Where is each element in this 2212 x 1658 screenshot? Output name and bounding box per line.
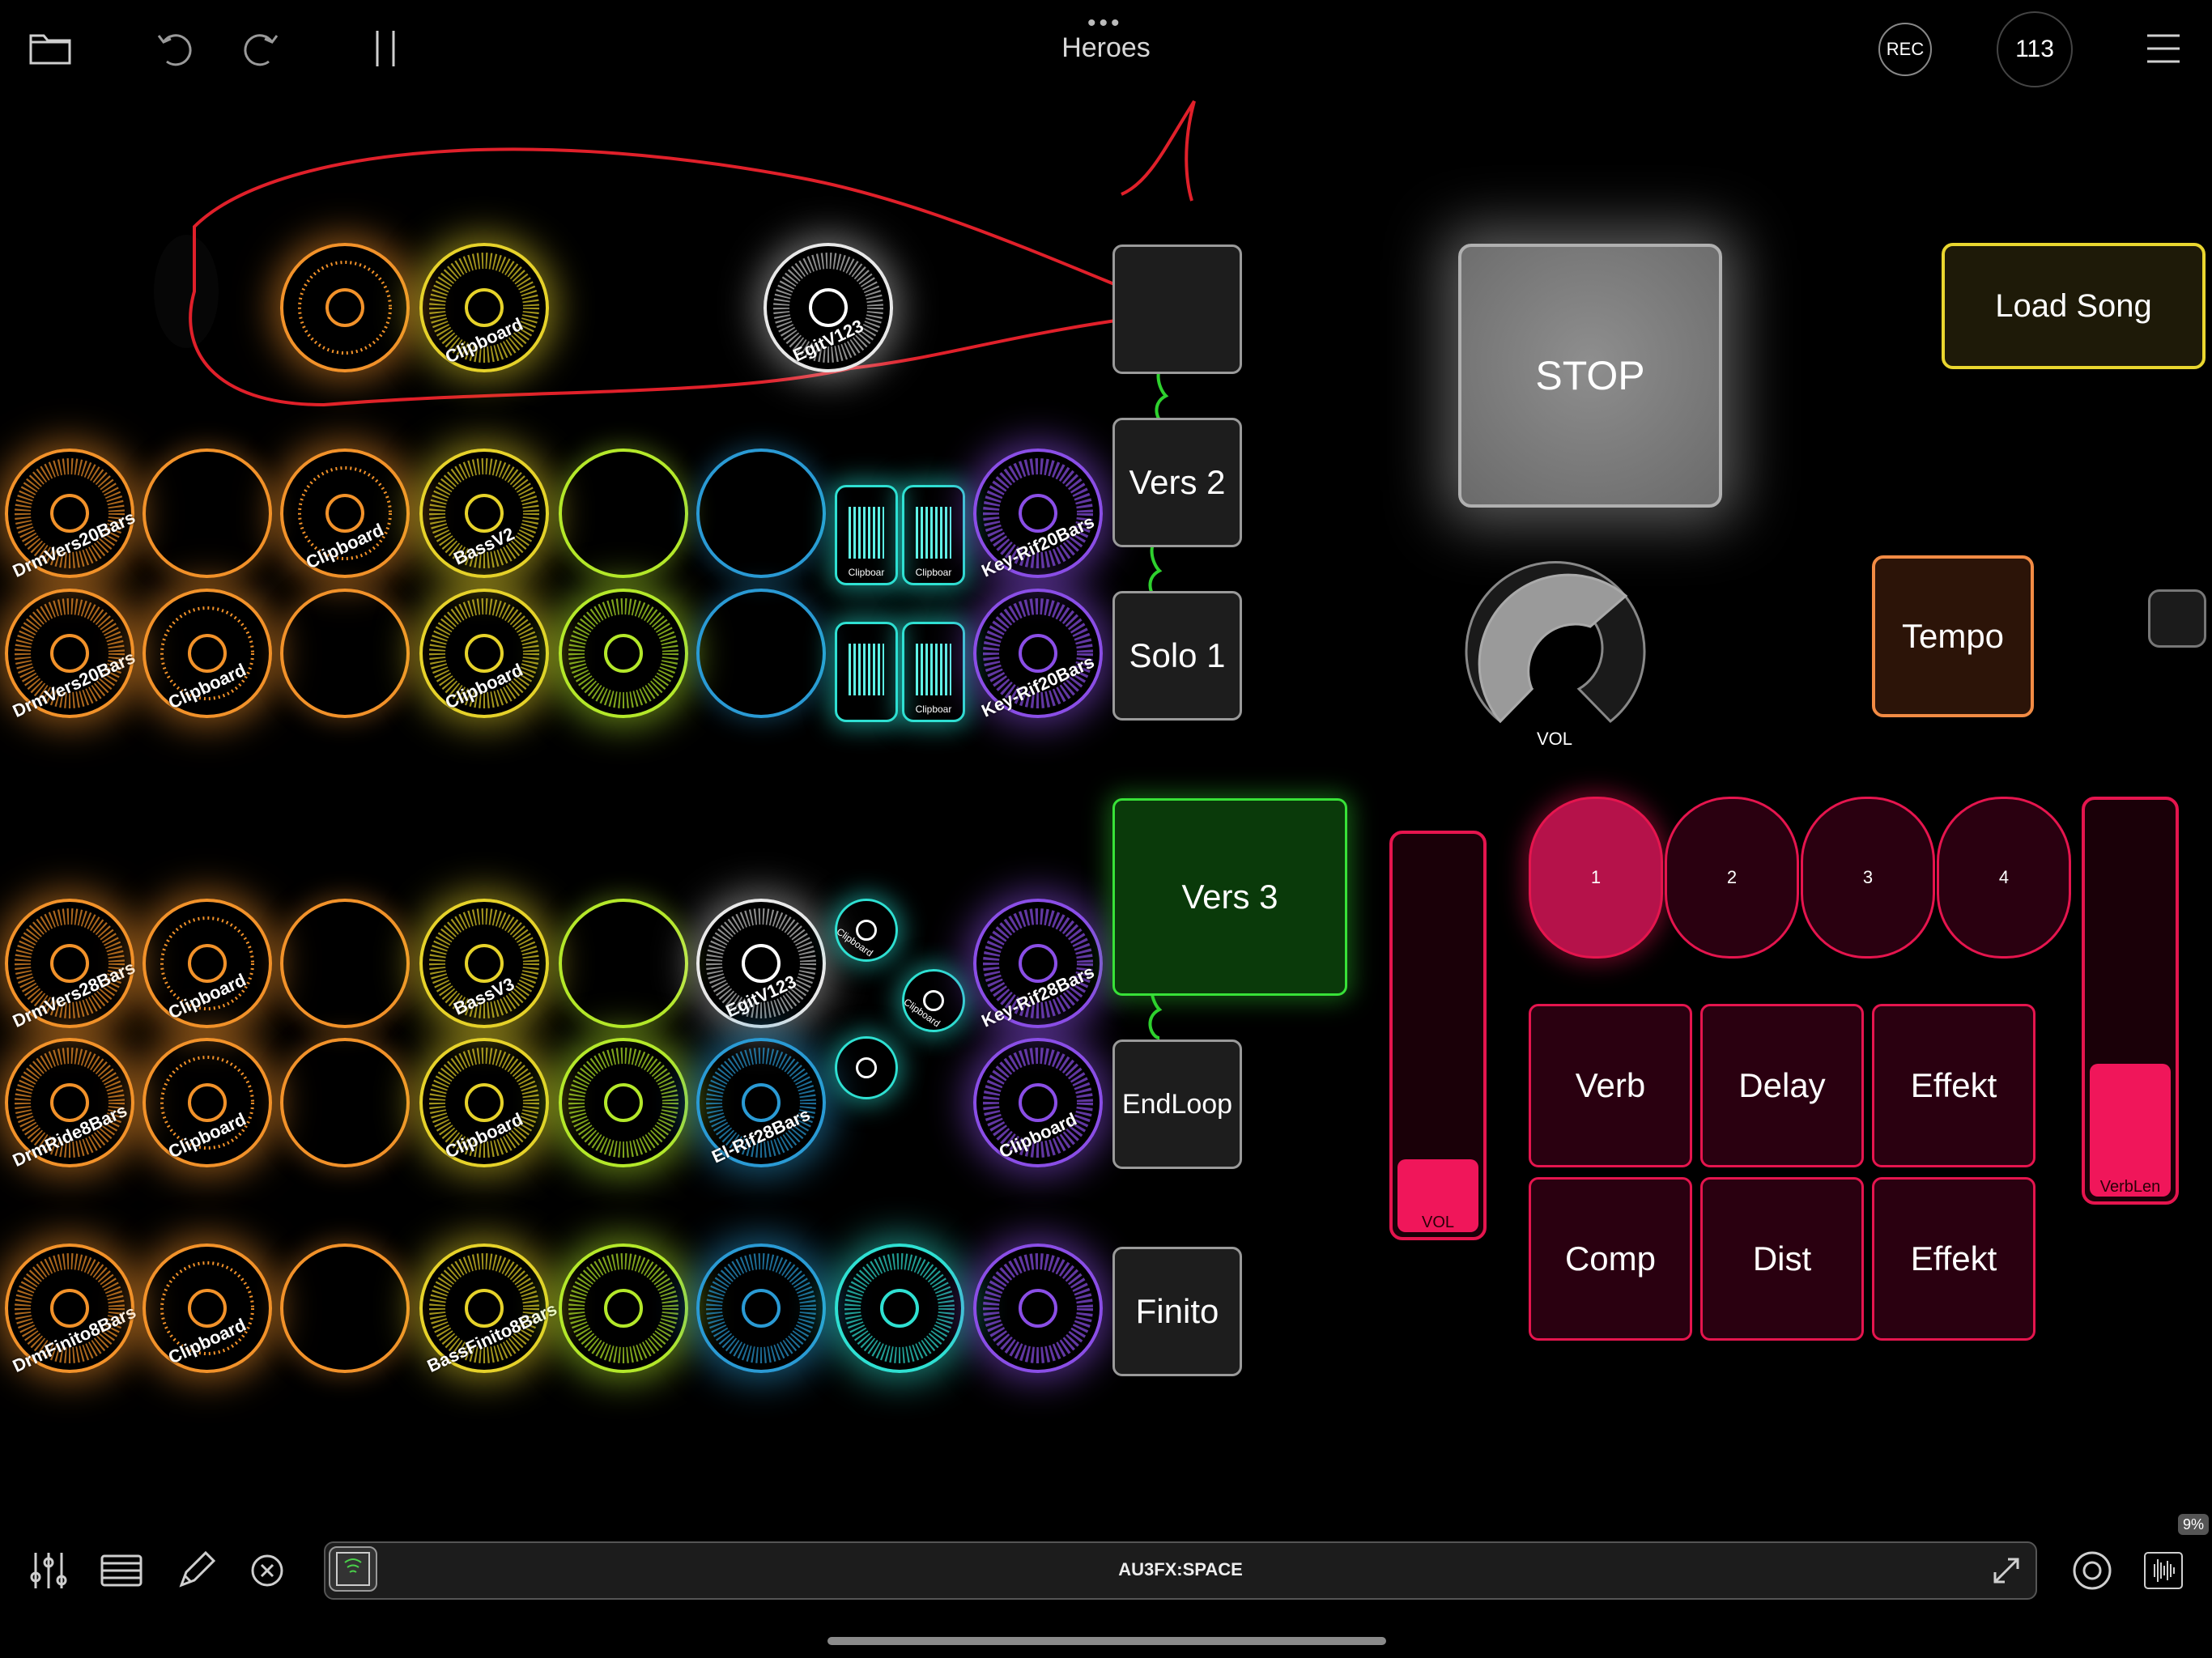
clip-slot[interactable]: EgitV123 [696, 899, 826, 1028]
scene-button-1[interactable] [1112, 244, 1242, 374]
mini-clip[interactable]: Clipboar [835, 485, 898, 585]
clip-slot-empty[interactable] [559, 449, 688, 578]
clip-slot-empty[interactable] [280, 589, 410, 718]
fx-verb-button[interactable]: Verb [1529, 1004, 1692, 1167]
clip-slot[interactable]: DrmRide8Bars [5, 1038, 134, 1171]
pencil-icon[interactable] [173, 1548, 219, 1593]
scene-button-solo-1[interactable]: Solo 1 [1112, 591, 1242, 721]
load-song-button[interactable]: Load Song [1942, 243, 2206, 369]
au-plugin-name: AU3FX:SPACE [1118, 1559, 1243, 1579]
clip-slot[interactable]: Clipboard [143, 589, 272, 718]
small-clip[interactable]: Clipboard [835, 899, 898, 962]
fader-fill [2090, 1064, 2171, 1197]
mini-clip[interactable]: Clipboar [902, 485, 965, 585]
fx-delay-button[interactable]: Delay [1700, 1004, 1864, 1167]
clip-slot[interactable]: Key-Rif20Bars [973, 449, 1103, 581]
fader-label: VerbLen [2099, 1178, 2161, 1196]
au-plugin-bar[interactable]: AU3FX:SPACE [324, 1541, 2037, 1600]
fx-effekt-2-button[interactable]: Effekt [1872, 1177, 2035, 1341]
pad-4[interactable]: 4 [1937, 797, 2071, 959]
clip-slot[interactable]: Clipboard [280, 449, 410, 578]
toggle-button[interactable] [2148, 589, 2206, 648]
pad-1[interactable]: 1 [1529, 797, 1663, 959]
clip-slot-empty[interactable] [280, 899, 410, 1028]
scene-button-vers-2[interactable]: Vers 2 [1112, 418, 1242, 547]
clip-slot[interactable]: Clipboard [419, 243, 549, 372]
clip-slot[interactable]: Clipboard [143, 1244, 272, 1373]
volume-fader[interactable]: VOL [1389, 831, 1487, 1240]
cpu-indicator: 9% [2178, 1514, 2209, 1535]
volume-knob-label: VOL [1536, 729, 1573, 749]
close-circle-icon[interactable] [245, 1548, 290, 1593]
clip-slot-empty[interactable] [143, 449, 272, 578]
waveform-icon[interactable] [2142, 1548, 2187, 1593]
clip-slot-empty[interactable] [280, 1244, 410, 1373]
clip-slot[interactable] [559, 589, 688, 718]
clip-slot[interactable]: BassFinito8Bars [419, 1244, 560, 1376]
scene-button-endloop[interactable]: EndLoop [1112, 1039, 1242, 1169]
clip-slot[interactable]: Clipboard [143, 899, 272, 1028]
clip-slot[interactable]: Key-Rif28Bars [973, 899, 1103, 1031]
small-clip[interactable]: Clipboard [902, 969, 965, 1032]
mini-clip[interactable]: Clipboar [902, 622, 965, 722]
verblen-fader[interactable]: VerbLen [2082, 797, 2179, 1205]
annotation-number [1121, 100, 1196, 202]
clip-label: Clipboar [848, 567, 885, 578]
clip-slot-empty[interactable] [559, 899, 688, 1028]
scene-button-vers-3[interactable]: Vers 3 [1112, 798, 1347, 996]
clip-label: Clipboar [915, 704, 952, 715]
volume-knob[interactable] [1456, 555, 1655, 733]
clip-slot[interactable]: BassV2 [419, 449, 549, 578]
mini-clip[interactable] [835, 622, 898, 722]
clip-slot[interactable] [559, 1244, 688, 1373]
clip-slot[interactable] [559, 1038, 688, 1167]
fx-effekt-button[interactable]: Effekt [1872, 1004, 2035, 1167]
clip-slot[interactable]: EgitV123 [764, 243, 893, 372]
fader-label: VOL [1421, 1214, 1455, 1231]
clip-slot[interactable]: Clipboard [419, 1038, 549, 1167]
clip-slot[interactable]: Clipboard [143, 1038, 272, 1167]
fx-comp-button[interactable]: Comp [1529, 1177, 1692, 1341]
fx-dist-button[interactable]: Dist [1700, 1177, 1864, 1341]
clip-slot[interactable] [280, 243, 410, 372]
clip-slot[interactable]: Clipboard [419, 589, 549, 718]
clip-slot[interactable] [835, 1244, 964, 1373]
clip-slot-empty[interactable] [696, 449, 826, 578]
clip-slot[interactable]: DrmVers20Bars [5, 589, 138, 721]
clip-label: Clipboar [915, 567, 952, 578]
home-indicator [827, 1637, 1386, 1645]
scene-button-finito[interactable]: Finito [1112, 1247, 1242, 1376]
clip-slot[interactable]: DrmVers20Bars [5, 449, 138, 581]
clip-slot[interactable]: BassV3 [419, 899, 549, 1028]
expand-icon[interactable] [1989, 1553, 2024, 1588]
clip-slot[interactable]: DrmVers28Bars [5, 899, 138, 1031]
clip-slot-empty[interactable] [280, 1038, 410, 1167]
clip-slot[interactable]: El-Rif28Bars [696, 1038, 826, 1167]
annotation-brace-2 [1148, 537, 1163, 601]
small-clip[interactable] [835, 1036, 898, 1099]
clip-slot[interactable]: DrmFinito8Bars [5, 1244, 139, 1376]
list-icon[interactable] [99, 1548, 144, 1593]
clip-slot[interactable] [973, 1244, 1103, 1373]
target-icon[interactable] [2069, 1548, 2115, 1593]
pad-2[interactable]: 2 [1665, 797, 1799, 959]
stop-button[interactable]: STOP [1458, 244, 1722, 508]
tempo-button[interactable]: Tempo [1872, 555, 2034, 717]
pad-3[interactable]: 3 [1801, 797, 1935, 959]
clip-slot-empty[interactable] [696, 589, 826, 718]
clip-slot[interactable]: Clipboard [973, 1038, 1103, 1167]
knob-arc-icon [1465, 561, 1646, 724]
clip-slot[interactable] [696, 1244, 826, 1373]
mixer-icon[interactable] [26, 1548, 71, 1593]
clip-slot[interactable]: Key-Rif20Bars [973, 589, 1103, 721]
